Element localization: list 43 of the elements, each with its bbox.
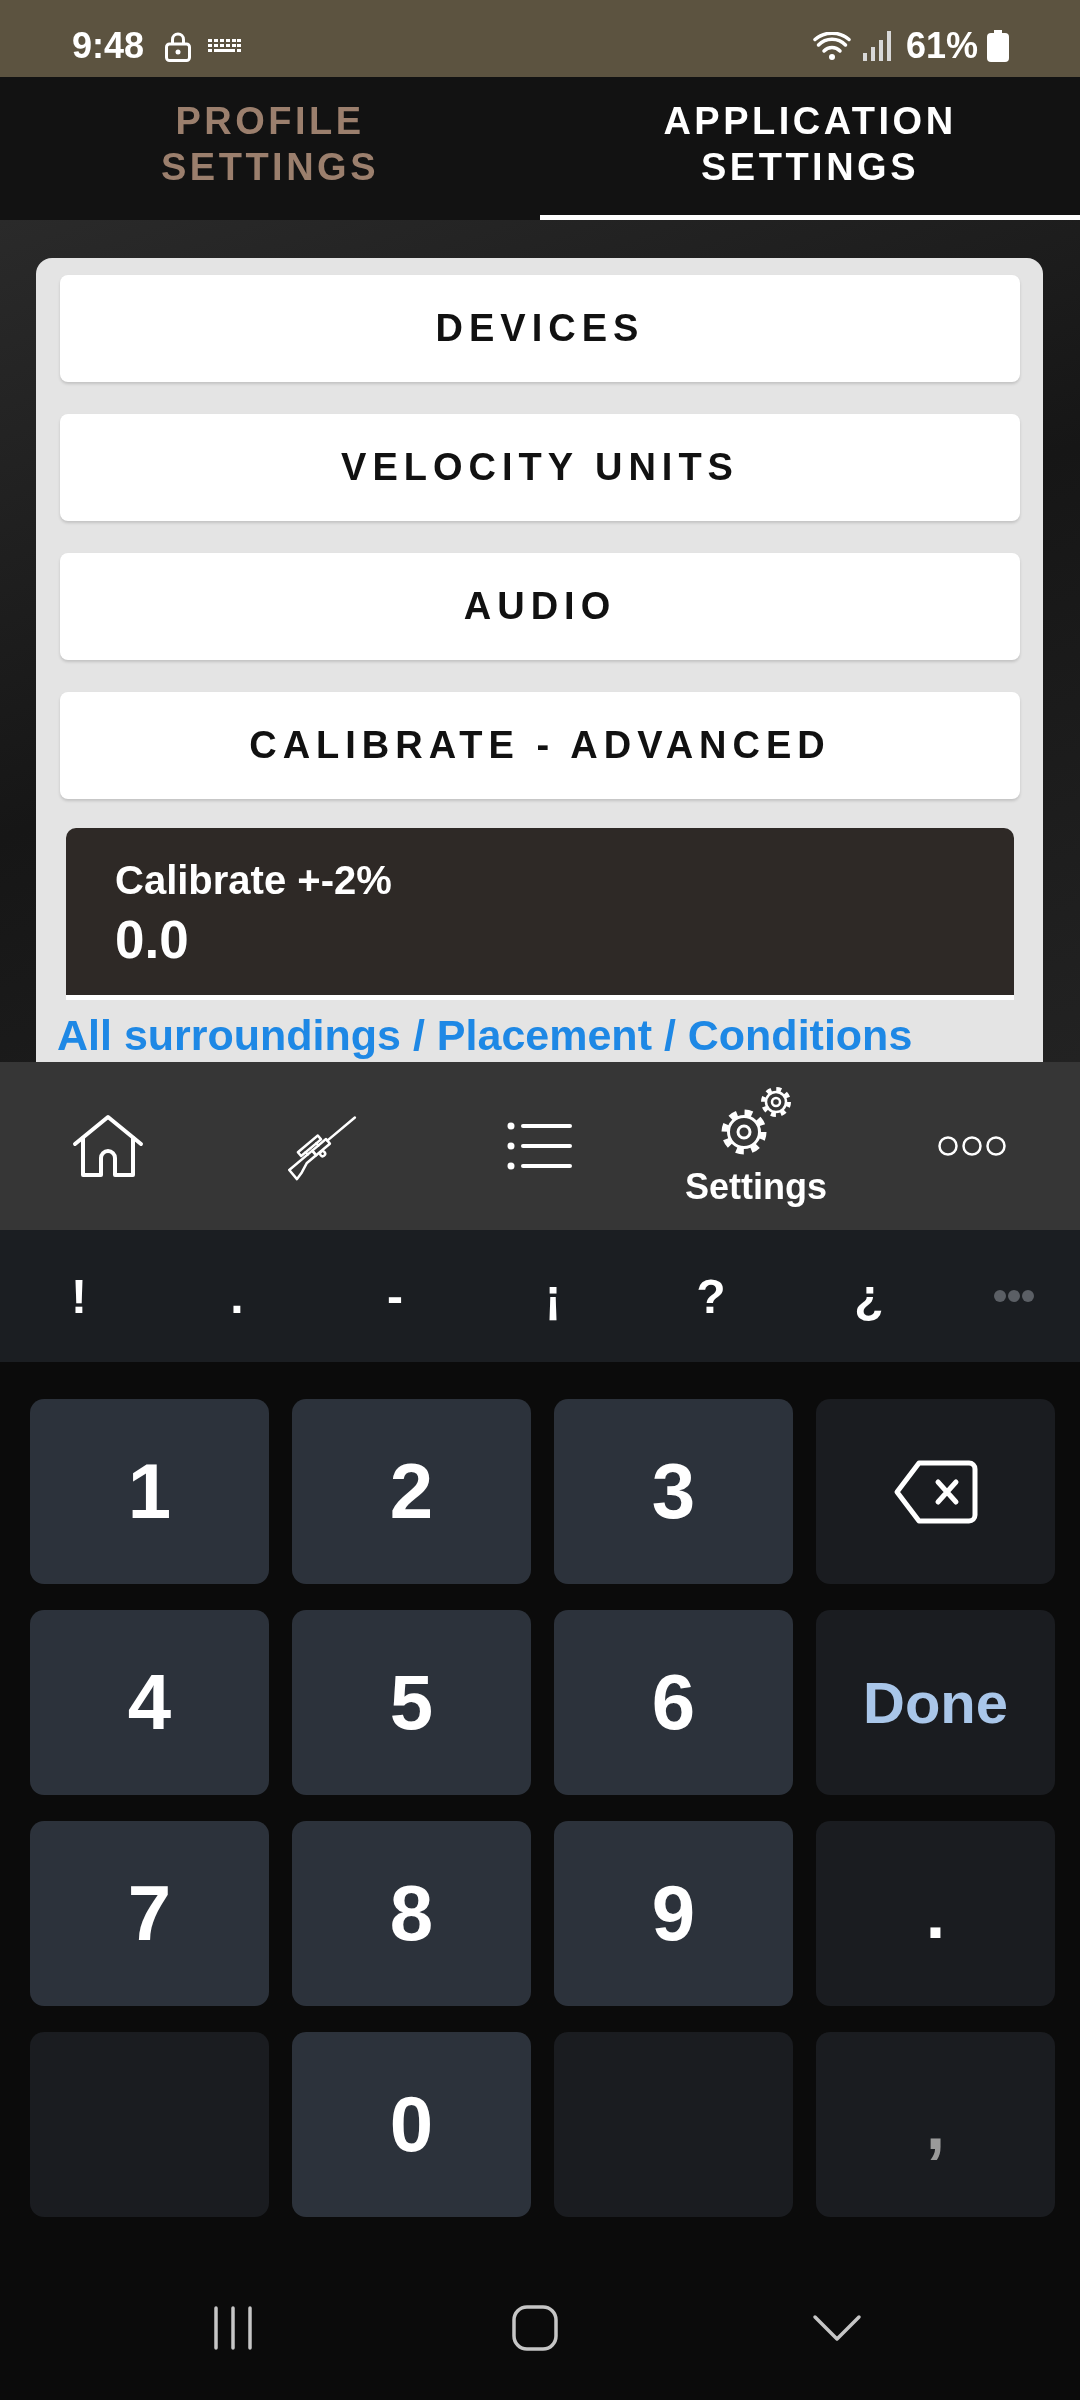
field-label: Calibrate +-2% (115, 857, 392, 903)
digit-key[interactable]: 6 (554, 1610, 793, 1795)
nav-button[interactable]: Settings (648, 1062, 864, 1230)
more-icon[interactable] (994, 1290, 1034, 1302)
recents-icon[interactable] (212, 2304, 254, 2351)
more-icon (937, 1135, 1007, 1157)
digit-key[interactable]: 4 (30, 1610, 269, 1795)
field-value: 0.0 (115, 909, 189, 970)
status-time: 9:48 (72, 24, 145, 67)
symbol-key[interactable]: . (158, 1230, 316, 1362)
back-icon[interactable] (812, 2313, 862, 2342)
tab[interactable]: PROFILE SETTINGS (0, 77, 540, 220)
menu-button[interactable]: AUDIO (60, 553, 1020, 660)
digit-key[interactable]: 7 (30, 1821, 269, 2006)
digit-key[interactable]: 0 (292, 2032, 531, 2217)
menu-button[interactable]: CALIBRATE - ADVANCED (60, 692, 1020, 799)
symbol-key[interactable]: ¿ (790, 1230, 948, 1362)
digit-key[interactable]: 1 (30, 1399, 269, 1584)
symbol-key[interactable]: ¡ (474, 1230, 632, 1362)
backspace-icon (892, 1458, 979, 1525)
digit-key[interactable]: 2 (292, 1399, 531, 1584)
battery-percent: 61% (905, 24, 978, 67)
wifi-icon (812, 31, 851, 60)
backspace-key[interactable] (816, 1399, 1055, 1584)
gears-icon (720, 1085, 792, 1156)
input-field[interactable]: Calibrate +-2% 0.0 (66, 828, 1014, 1000)
symbol-key[interactable]: . (816, 1821, 1055, 2006)
home-icon[interactable] (512, 2304, 558, 2351)
menu-button[interactable]: VELOCITY UNITS (60, 414, 1020, 521)
battery-icon (987, 29, 1009, 62)
keyboard-icon (208, 39, 242, 52)
digit-key[interactable]: 9 (554, 1821, 793, 2006)
digit-key[interactable]: 3 (554, 1399, 793, 1584)
menu-button[interactable]: DEVICES (60, 275, 1020, 382)
digit-key[interactable]: 5 (292, 1610, 531, 1795)
list-icon (507, 1121, 573, 1171)
digit-key[interactable]: 8 (292, 1821, 531, 2006)
signal-icon (862, 30, 891, 61)
symbol-key[interactable]: - (316, 1230, 474, 1362)
symbol-key[interactable]: ! (0, 1230, 158, 1362)
home-icon (72, 1114, 144, 1178)
done-key[interactable]: Done (816, 1610, 1055, 1795)
symbol-key[interactable]: ? (632, 1230, 790, 1362)
